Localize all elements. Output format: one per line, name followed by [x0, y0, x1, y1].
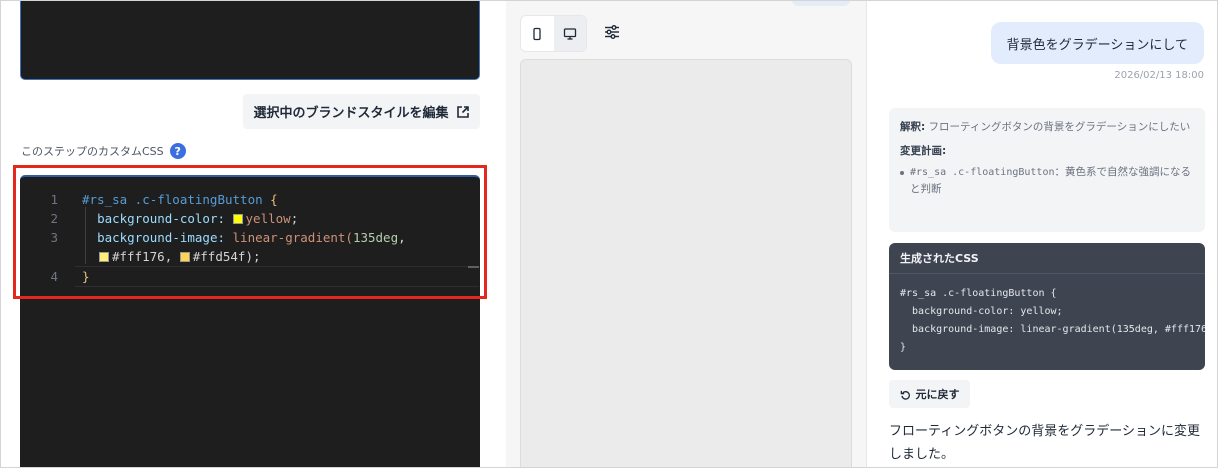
generated-css-code: #rs_sa .c-floatingButton { background-co…	[900, 288, 1205, 353]
custom-css-label-row: このステップのカスタムCSS ?	[21, 143, 186, 159]
plan-label: 変更計画:	[900, 145, 947, 157]
top-shadow-decoration	[792, 0, 850, 6]
custom-css-label: このステップのカスタムCSS	[21, 145, 164, 158]
external-link-icon	[456, 105, 469, 118]
interpretation-row: 解釈: フローティングボタンの背景をグラデーションにしたい	[900, 119, 1194, 136]
chat-panel: 背景色をグラデーションにして 2026/02/13 18:00 解釈: フローテ…	[867, 0, 1218, 468]
user-message-bubble: 背景色をグラデーションにして	[990, 22, 1204, 64]
revert-button[interactable]: 元に戻す	[889, 380, 970, 408]
bullet-icon	[900, 171, 904, 175]
preview-panel	[506, 0, 867, 468]
help-icon[interactable]: ?	[169, 143, 186, 159]
mobile-icon	[533, 27, 541, 40]
generated-css-title: 生成されたCSS	[889, 243, 1205, 274]
desktop-icon	[563, 27, 576, 40]
generated-css-card: 生成されたCSS #rs_sa .c-floatingButton { back…	[889, 243, 1205, 370]
interpretation-label: 解釈:	[900, 121, 926, 133]
mobile-view-button[interactable]	[521, 16, 554, 51]
preview-canvas[interactable]	[520, 59, 852, 468]
edit-brand-style-label: 選択中のブランドスタイルを編集	[253, 106, 449, 121]
undo-icon	[900, 390, 910, 400]
device-toggle	[520, 15, 587, 52]
revert-label: 元に戻す	[915, 388, 960, 401]
brand-css-editor[interactable]	[20, 0, 480, 80]
sliders-icon[interactable]	[603, 23, 621, 41]
ai-analysis-card: 解釈: フローティングボタンの背景をグラデーションにしたい 変更計画: #rs_…	[889, 108, 1205, 232]
annotation-highlight-box	[13, 165, 487, 299]
message-timestamp: 2026/02/13 18:00	[1114, 70, 1204, 81]
user-message-text: 背景色をグラデーションにして	[1006, 37, 1188, 53]
desktop-view-button[interactable]	[553, 16, 586, 51]
assistant-message: フローティングボタンの背景をグラデーションに変更しました。	[889, 424, 1200, 462]
edit-brand-style-button[interactable]: 選択中のブランドスタイルを編集	[243, 94, 480, 129]
plan-item-code: #rs_sa .c-floatingButton	[910, 167, 1055, 178]
left-panel: 選択中のブランドスタイルを編集 このステップのカスタムCSS ? 1 #rs_s…	[0, 0, 506, 468]
plan-item: #rs_sa .c-floatingButton：黄色系で自然な強調になると判断	[900, 164, 1194, 198]
interpretation-text: フローティングボタンの背景をグラデーションにしたい	[928, 121, 1191, 133]
